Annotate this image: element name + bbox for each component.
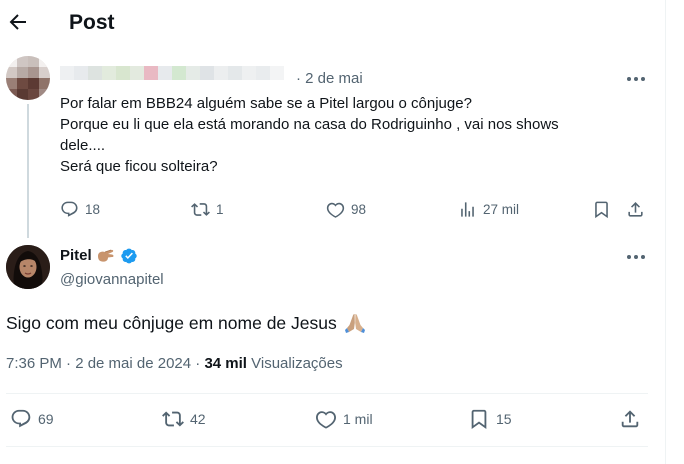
more-dots-icon [627, 255, 645, 259]
parent-views-button[interactable]: 27 mil [458, 198, 519, 220]
like-count: 1 mil [343, 411, 373, 427]
arrow-left-icon [9, 14, 26, 30]
post-timestamp[interactable]: 7:36 PM · 2 de mai de 2024 · [6, 355, 204, 372]
divider [6, 446, 648, 447]
header: Post [0, 0, 666, 50]
bookmark-button[interactable]: 15 [468, 408, 512, 430]
like-button[interactable]: 1 mil [315, 408, 373, 430]
repost-button[interactable]: 42 [162, 408, 206, 430]
reply-count: 69 [38, 411, 54, 427]
parent-repost-button[interactable]: 1 [191, 198, 224, 220]
back-button[interactable] [6, 10, 30, 34]
author-handle[interactable]: @giovannapitel [60, 270, 164, 290]
main-more-button[interactable] [625, 248, 647, 266]
analytics-icon [461, 201, 474, 217]
repost-icon [191, 202, 210, 216]
reply-button[interactable]: 69 [10, 408, 54, 430]
share-button[interactable] [619, 408, 641, 430]
parent-like-button[interactable]: 98 [326, 198, 366, 220]
blurred-author-name [60, 66, 290, 80]
profile-photo [6, 245, 50, 289]
post-text: Sigo com meu cônjuge em nome de Jesus [6, 311, 367, 335]
views-label: Visualizações [246, 355, 343, 372]
parent-text-line: Será que ficou solteira? [60, 158, 218, 175]
post-page: Post · 2 de mai Por falar em BBB24 algué… [0, 0, 666, 464]
post-text-content: Sigo com meu cônjuge em nome de Jesus [6, 313, 337, 333]
repost-icon [162, 411, 184, 427]
divider [6, 393, 648, 394]
pinching-hand-emoji-icon [96, 247, 116, 265]
parent-views-count: 27 mil [483, 201, 520, 217]
parent-post-date[interactable]: · 2 de mai [296, 70, 363, 88]
verified-badge-icon[interactable] [120, 247, 138, 265]
parent-text-line: Porque eu li que ela está morando na cas… [60, 116, 559, 133]
reply-icon [61, 201, 78, 217]
parent-text-line: dele.... [60, 137, 106, 154]
bookmark-icon [595, 201, 608, 218]
reply-icon [11, 409, 31, 428]
thread-line [27, 104, 29, 238]
page-title: Post [69, 11, 115, 34]
more-dots-icon [627, 77, 645, 81]
parent-repost-count: 1 [216, 201, 224, 217]
author-avatar[interactable] [6, 245, 50, 289]
bookmark-count: 15 [496, 411, 512, 427]
author-display-name[interactable]: Pitel [60, 246, 92, 266]
parent-avatar[interactable] [6, 56, 50, 100]
post-meta: 7:36 PM · 2 de mai de 2024 · 34 mil Visu… [6, 354, 343, 374]
author-name-row[interactable]: Pitel [60, 246, 138, 266]
parent-bookmark-button[interactable] [592, 198, 611, 220]
parent-text-line: Por falar em BBB24 alguém sabe se a Pite… [60, 95, 472, 112]
heart-icon [316, 411, 336, 429]
parent-like-count: 98 [351, 201, 367, 217]
folded-hands-emoji-icon [343, 311, 367, 335]
scroll-gutter [666, 0, 684, 464]
parent-reply-button[interactable]: 18 [60, 198, 100, 220]
parent-share-button[interactable] [626, 198, 645, 220]
bookmark-icon [471, 409, 487, 430]
share-icon [628, 201, 643, 217]
parent-reply-count: 18 [85, 201, 101, 217]
parent-more-button[interactable] [625, 70, 647, 88]
views-count: 34 mil [204, 355, 247, 372]
main-action-bar: 69 42 1 mil 15 [6, 408, 646, 432]
parent-action-bar: 18 1 98 27 mil [60, 198, 650, 220]
heart-icon [326, 202, 345, 218]
parent-post-text: Por falar em BBB24 alguém sabe se a Pite… [60, 93, 650, 177]
repost-count: 42 [190, 411, 206, 427]
share-icon [621, 410, 639, 428]
